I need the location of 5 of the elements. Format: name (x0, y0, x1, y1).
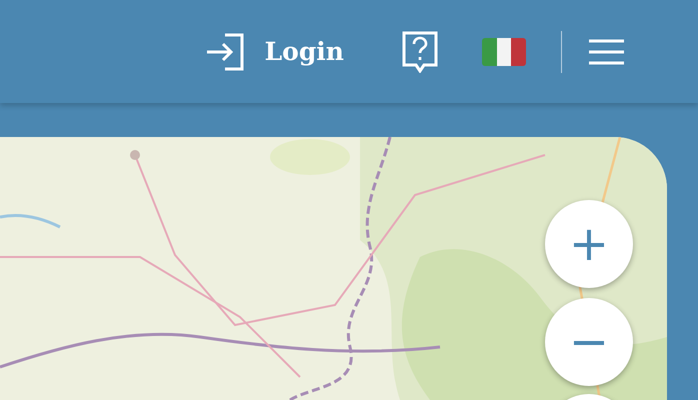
login-icon (204, 32, 245, 72)
login-button[interactable]: Login (204, 32, 344, 72)
menu-icon[interactable] (589, 38, 624, 64)
help-icon[interactable] (402, 30, 438, 72)
italian-flag-icon[interactable] (482, 38, 526, 66)
